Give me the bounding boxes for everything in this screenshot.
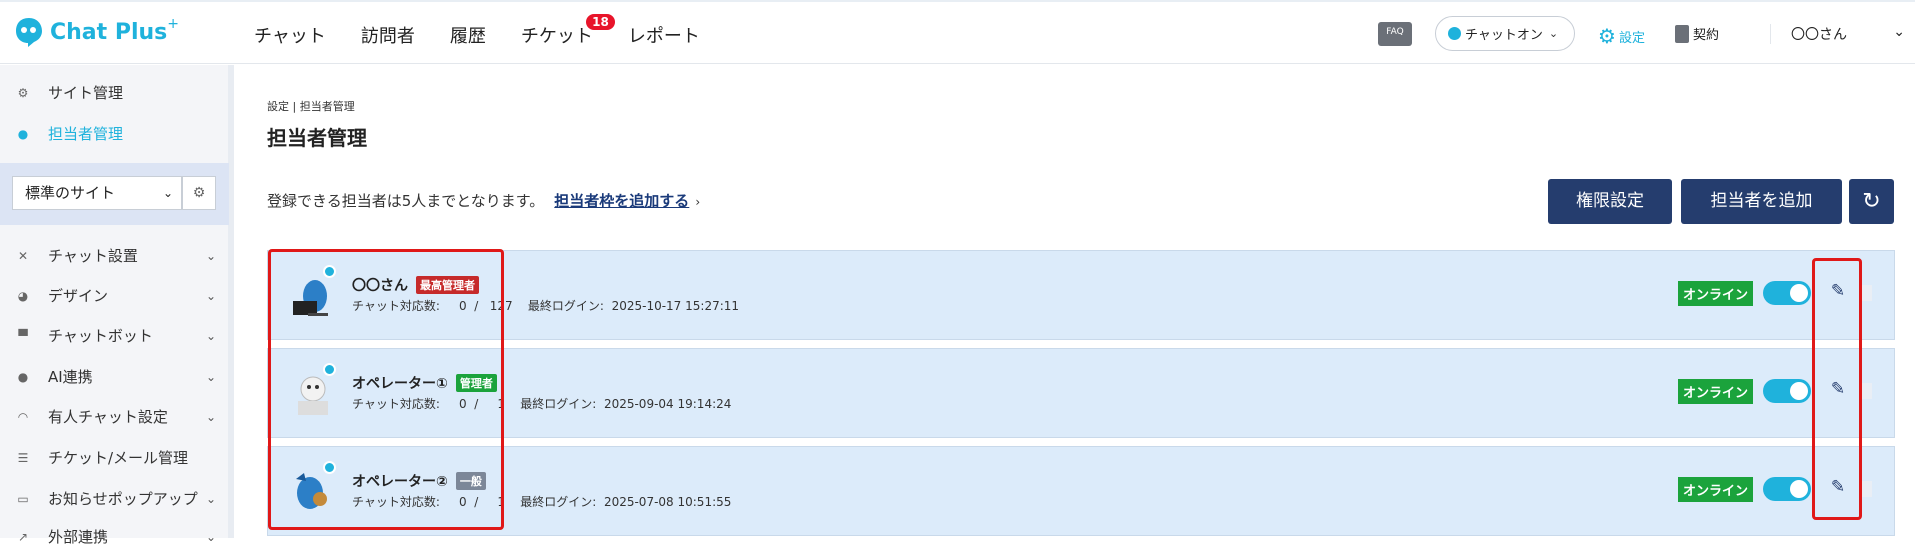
brand-plus: + [167, 16, 179, 32]
add-staff-slot-link[interactable]: 担当者枠を追加する [554, 192, 689, 210]
status-badge: オンライン [1678, 477, 1754, 502]
permission-settings-button[interactable]: 権限設定 [1548, 179, 1672, 224]
sidebar-item-design[interactable]: ◕ デザイン ⌄ [16, 285, 216, 306]
chat-status-toggle[interactable]: チャットオン ⌄ [1435, 16, 1575, 51]
main-nav: チャット 訪問者 履歴 チケット 18 レポート [254, 14, 735, 48]
page-title: 担当者管理 [267, 126, 367, 150]
chevron-down-icon: ⌄ [205, 328, 216, 343]
contract-link[interactable]: 契約 [1675, 24, 1719, 43]
sidebar-item-label: 担当者管理 [48, 125, 124, 143]
brand-name: Chat Plus [50, 19, 168, 45]
sidebar-item-label: デザイン [48, 287, 109, 305]
highlight-box-edit-buttons [1812, 258, 1862, 520]
contract-label: 契約 [1693, 28, 1720, 43]
site-select[interactable]: 標準のサイト ⌄ [12, 176, 182, 210]
nav-ticket[interactable]: チケット 18 [520, 14, 615, 48]
gear-icon: ⚙ [1598, 24, 1616, 48]
chevron-down-icon: ⌄ [205, 248, 216, 263]
sidebar-item-label: 外部連携 [48, 528, 109, 546]
site-select-value: 標準のサイト [25, 184, 116, 202]
breadcrumb: 設定 | 担当者管理 [267, 100, 355, 113]
sidebar-item-popup[interactable]: ▭ お知らせポップアップ ⌄ [16, 488, 216, 509]
palette-icon: ◕ [17, 288, 29, 303]
chevron-down-icon: ⌄ [205, 529, 216, 544]
staff-limit-text: 登録できる担当者は5人までとなります。 [267, 192, 545, 210]
online-toggle[interactable] [1763, 379, 1811, 403]
user-menu[interactable]: 〇〇さん ⌄ [1770, 24, 1905, 44]
list-icon: ☰ [17, 450, 29, 465]
nav-report[interactable]: レポート [628, 22, 700, 48]
chevron-down-icon: ⌄ [205, 369, 216, 384]
top-bar: Chat Plus + チャット 訪問者 履歴 チケット 18 レポート FAQ … [0, 0, 1915, 64]
staff-row: 〇〇さん 最高管理者 チャット対応数: 0 / 127 最終ログイン: 2025… [267, 250, 1895, 340]
chevron-down-icon: ⌄ [162, 186, 173, 200]
nav-ticket-label: チケット [520, 26, 593, 47]
refresh-icon[interactable]: ↻ [1849, 179, 1894, 224]
chat-bubble-icon: ▀ [18, 328, 28, 343]
staff-row: オペレーター② 一般 チャット対応数: 0 / 1 最終ログイン: 2025-0… [267, 446, 1895, 536]
sidebar-item-site-admin[interactable]: ⚙ サイト管理 [16, 82, 216, 103]
chevron-down-icon: ⌄ [205, 491, 216, 506]
chevron-down-icon: ⌄ [1893, 24, 1905, 40]
chevron-down-icon: ⌄ [205, 288, 216, 303]
chevron-down-icon: ⌄ [205, 409, 216, 424]
sidebar-item-external[interactable]: ↗ 外部連携 ⌄ [16, 526, 216, 547]
sidebar-item-chatbot[interactable]: ▀ チャットボット ⌄ [16, 325, 216, 346]
faq-icon[interactable]: FAQ [1378, 22, 1412, 46]
user-gear-icon: ● [17, 126, 29, 141]
sidebar-item-live-chat[interactable]: ◠ 有人チャット設定 ⌄ [16, 406, 216, 427]
sidebar-item-ticket-mail[interactable]: ☰ チケット/メール管理 [16, 447, 216, 468]
chat-plus-logo-icon [16, 18, 42, 47]
sidebar-item-label: チャットボット [48, 327, 153, 345]
gear-icon: ⚙ [17, 85, 29, 100]
toggle-knob [1790, 480, 1808, 498]
sidebar-item-label: チャット設置 [48, 247, 138, 265]
sidebar-item-staff-admin[interactable]: ● 担当者管理 [16, 123, 216, 144]
sidebar-item-chat-install[interactable]: ✕ チャット設置 ⌄ [16, 245, 216, 266]
link-icon: ↗ [17, 529, 29, 544]
sidebar-scrollbar[interactable] [228, 65, 234, 538]
sidebar-item-label: AI連携 [48, 368, 93, 386]
site-selector-panel: 標準のサイト ⌄ ⚙ [0, 163, 229, 225]
staff-row: オペレーター① 管理者 チャット対応数: 0 / 1 最終ログイン: 2025-… [267, 348, 1895, 438]
document-icon [1675, 24, 1689, 43]
add-staff-button[interactable]: 担当者を追加 [1681, 179, 1842, 224]
sidebar-item-label: 有人チャット設定 [48, 408, 168, 426]
toggle-knob [1790, 284, 1808, 302]
ticket-count-badge: 18 [586, 14, 615, 30]
sidebar-item-ai[interactable]: ● AI連携 ⌄ [16, 366, 216, 387]
tools-icon: ✕ [17, 248, 29, 263]
status-badge: オンライン [1678, 281, 1754, 306]
status-badge: オンライン [1678, 379, 1754, 404]
logo[interactable]: Chat Plus + [14, 16, 179, 48]
sidebar-item-label: お知らせポップアップ [48, 490, 198, 508]
sidebar-item-label: サイト管理 [48, 84, 124, 102]
chevron-right-icon: › [695, 195, 701, 209]
chevron-down-icon: ⌄ [1548, 27, 1559, 40]
chat-status-label: チャットオン [1465, 28, 1543, 43]
nav-history[interactable]: 履歴 [450, 22, 486, 48]
staff-limit-note: 登録できる担当者は5人までとなります。 担当者枠を追加する › [267, 190, 700, 211]
nav-visitors[interactable]: 訪問者 [361, 22, 415, 48]
status-dot-icon [1448, 27, 1461, 40]
highlight-box-staff-info [268, 249, 504, 530]
popup-window-icon: ▭ [17, 491, 29, 506]
sidebar-item-label: チケット/メール管理 [48, 449, 189, 467]
user-name: 〇〇さん [1791, 27, 1847, 43]
settings-link[interactable]: ⚙ 設定 [1598, 24, 1645, 48]
nav-chat[interactable]: チャット [254, 22, 326, 48]
toggle-knob [1790, 382, 1808, 400]
ai-brain-icon: ● [17, 369, 29, 384]
online-toggle[interactable] [1763, 281, 1811, 305]
online-toggle[interactable] [1763, 477, 1811, 501]
settings-label: 設定 [1618, 30, 1645, 46]
site-settings-gear-icon[interactable]: ⚙ [182, 176, 216, 210]
headset-icon: ◠ [17, 409, 29, 424]
